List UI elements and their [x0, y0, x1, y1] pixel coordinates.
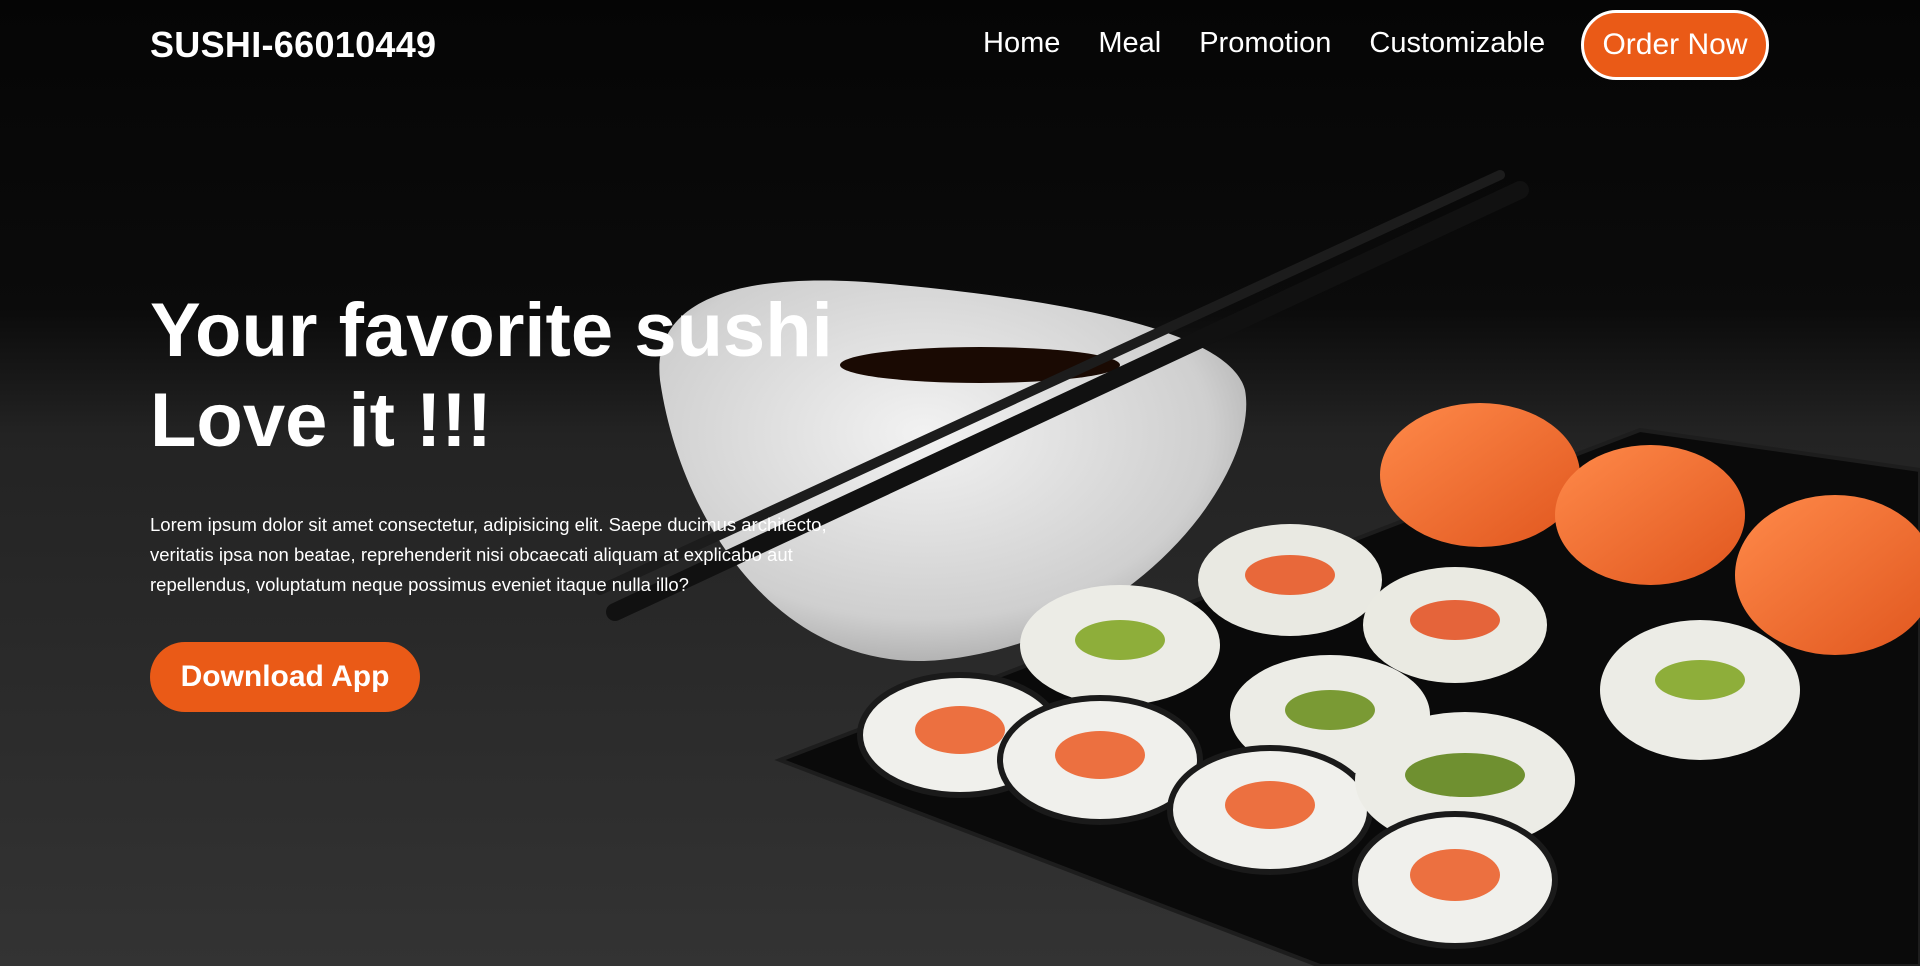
nav-link-meal[interactable]: Meal — [1098, 24, 1161, 62]
hero-title: Your favorite sushi Love it !!! — [150, 286, 890, 466]
brand-logo[interactable]: SUSHI-66010449 — [150, 24, 436, 66]
nav-links: Home Meal Promotion Customizable — [983, 24, 1545, 62]
nav-link-customizable[interactable]: Customizable — [1369, 24, 1545, 62]
order-now-button[interactable]: Order Now — [1581, 10, 1769, 80]
hero-section: Your favorite sushi Love it !!! Lorem ip… — [150, 286, 890, 712]
download-app-button[interactable]: Download App — [150, 642, 420, 712]
hero-title-line-1: Your favorite sushi — [150, 288, 833, 373]
hero-title-line-2: Love it !!! — [150, 378, 492, 463]
nav-link-home[interactable]: Home — [983, 24, 1060, 62]
navbar: SUSHI-66010449 Home Meal Promotion Custo… — [0, 0, 1920, 92]
nav-link-promotion[interactable]: Promotion — [1199, 24, 1331, 62]
hero-description: Lorem ipsum dolor sit amet consectetur, … — [150, 514, 827, 595]
